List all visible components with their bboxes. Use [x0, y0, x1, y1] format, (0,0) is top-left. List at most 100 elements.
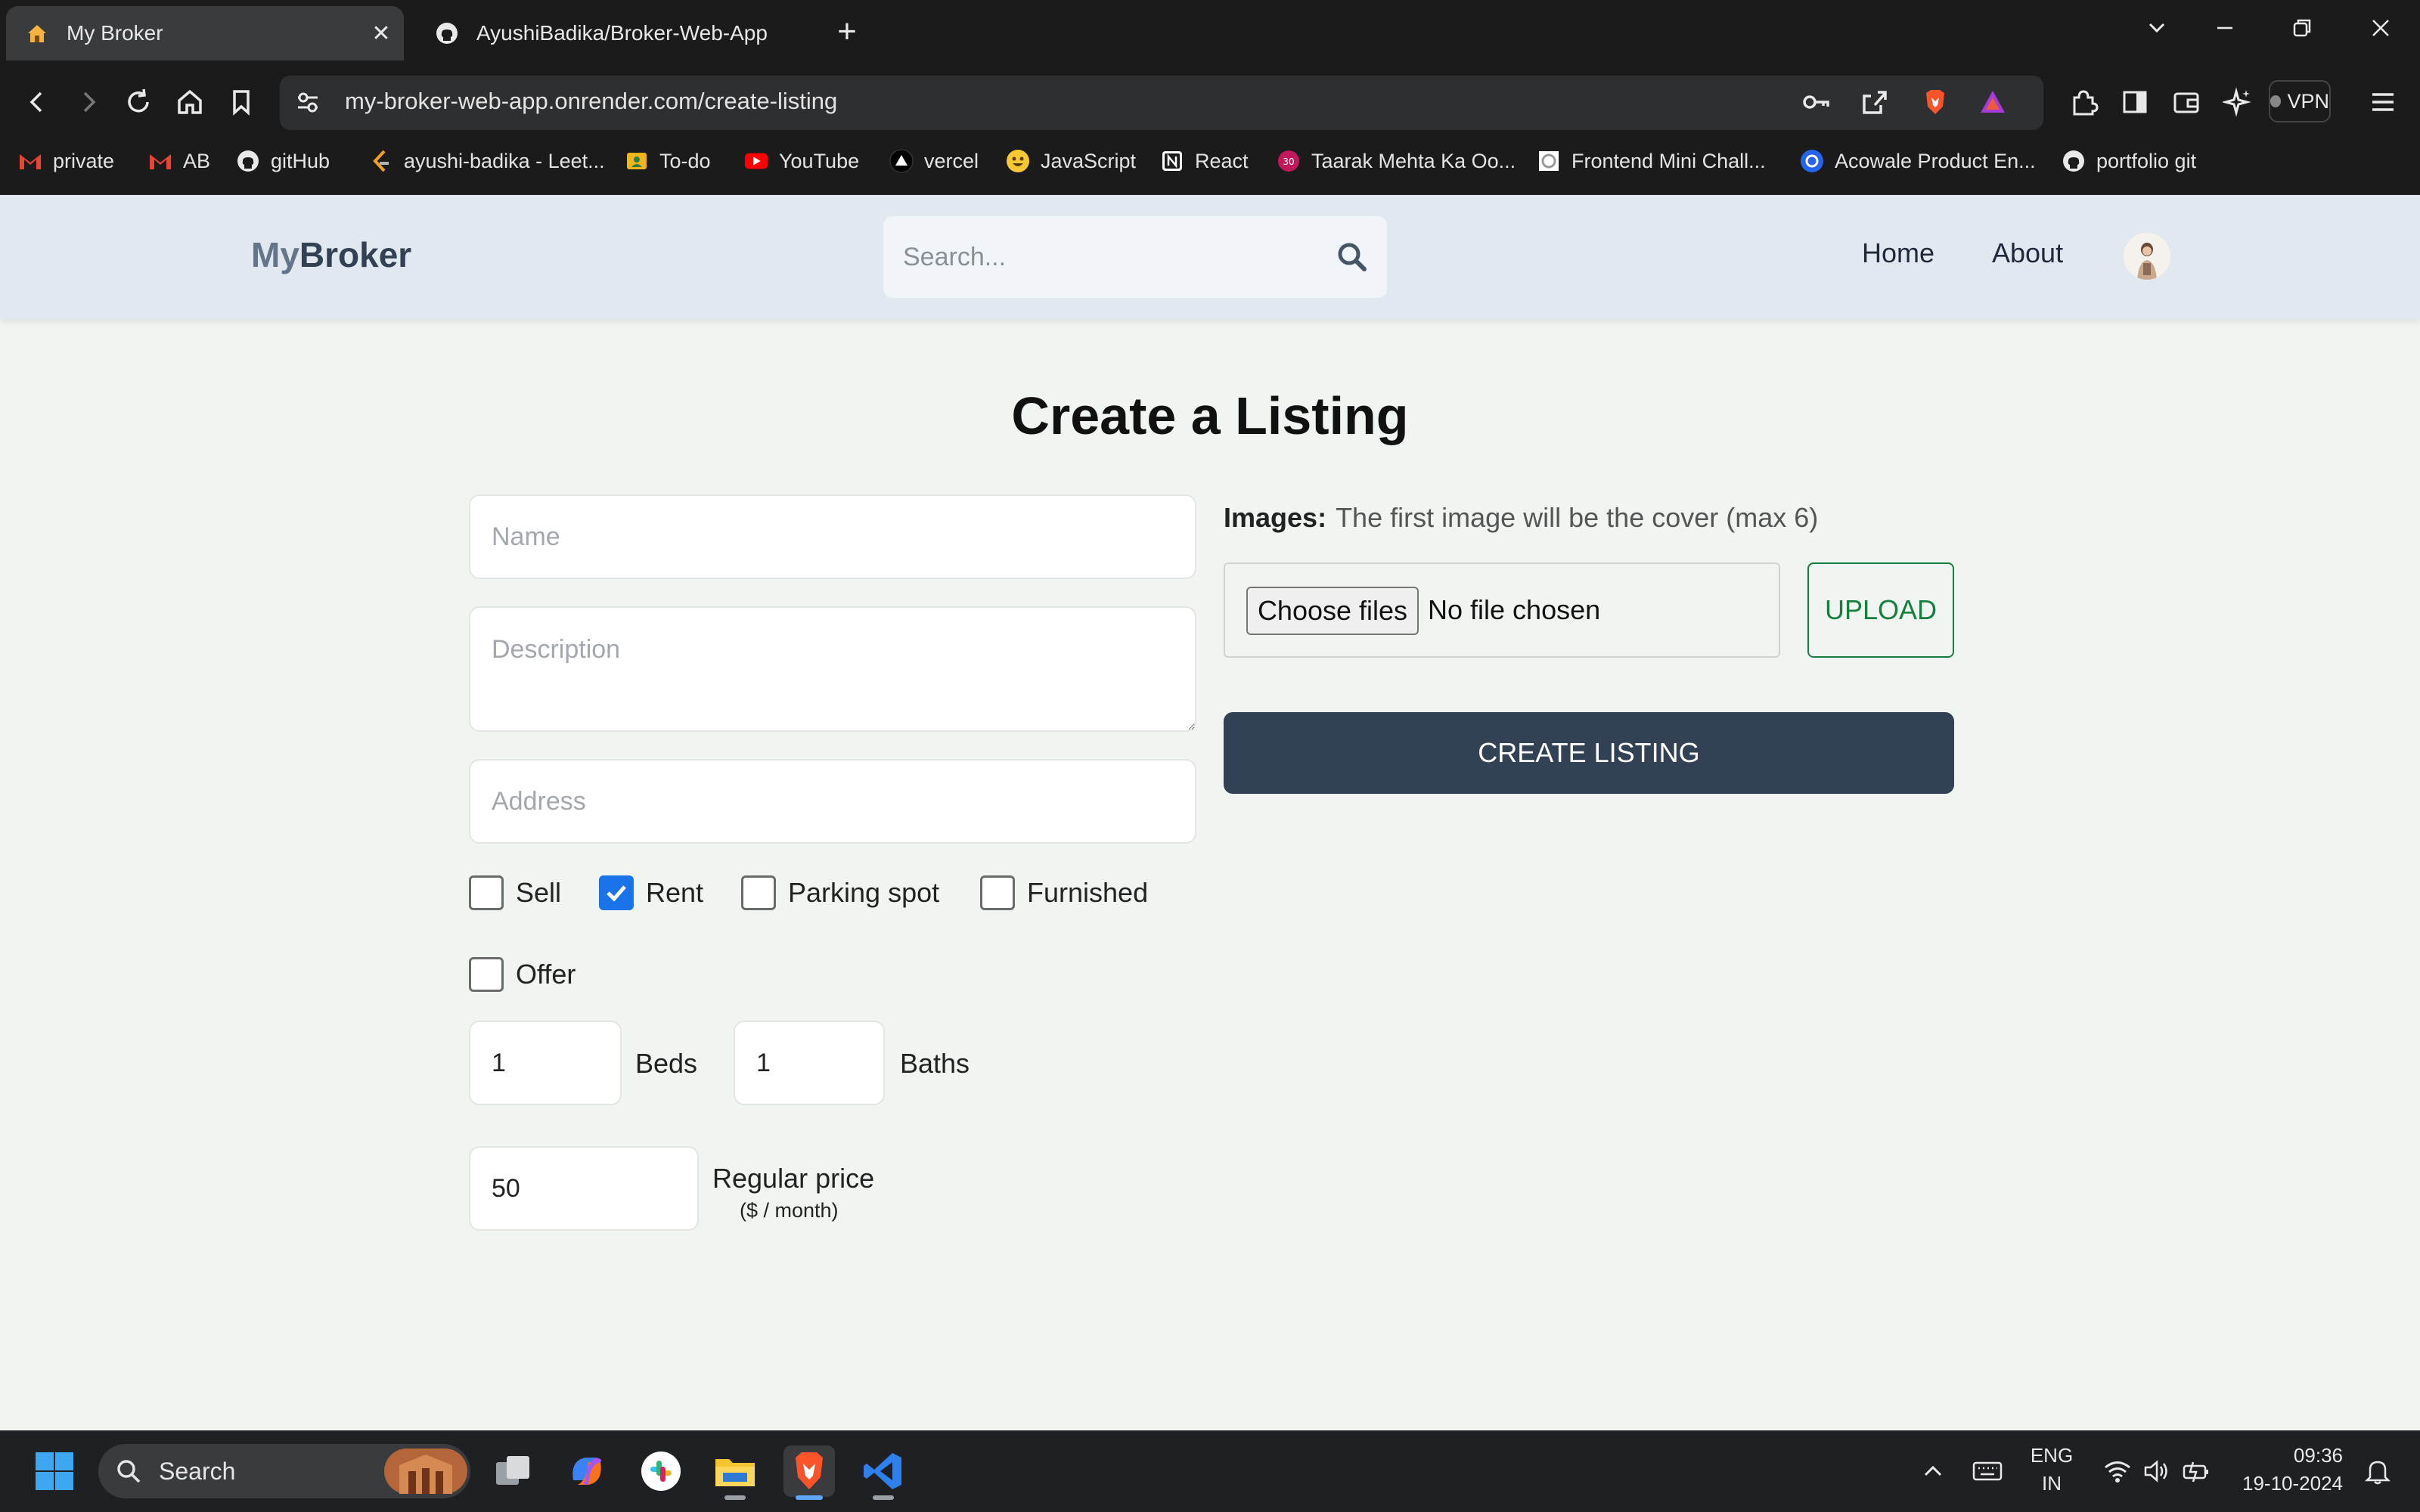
- vscode-icon[interactable]: [858, 1445, 909, 1497]
- name-input[interactable]: [469, 494, 1196, 579]
- logo-part-broker: Broker: [299, 235, 412, 274]
- copilot-icon[interactable]: [561, 1445, 613, 1497]
- bookmark-item[interactable]: 30 Taarak Mehta Ka Oo...: [1277, 144, 1516, 178]
- bookmark-item[interactable]: vercel: [889, 144, 979, 178]
- parking-checkbox[interactable]: Parking spot: [741, 874, 939, 912]
- battery-icon[interactable]: [2170, 1445, 2222, 1497]
- bookmark-label: gitHub: [271, 149, 330, 172]
- sell-checkbox[interactable]: Sell: [469, 874, 561, 912]
- upload-button[interactable]: UPLOAD: [1807, 562, 1954, 658]
- furnished-checkbox[interactable]: Furnished: [980, 874, 1148, 912]
- bookmark-item[interactable]: React: [1160, 144, 1249, 178]
- rent-checkbox[interactable]: Rent: [599, 874, 703, 912]
- bookmark-item[interactable]: YouTube: [744, 144, 859, 178]
- url-text[interactable]: my-broker-web-app.onrender.com/create-li…: [345, 88, 837, 115]
- offer-label: Offer: [516, 959, 576, 990]
- brave-shields-icon[interactable]: [1916, 83, 1954, 121]
- vpn-button[interactable]: VPN: [2269, 80, 2331, 122]
- sidebar-icon[interactable]: [2116, 83, 2154, 121]
- checkbox-box[interactable]: [741, 875, 776, 910]
- images-label-row: Images: The first image will be the cover…: [1224, 502, 1818, 534]
- bookmark-item[interactable]: AB: [148, 144, 210, 178]
- notifications-bell-icon[interactable]: [2352, 1445, 2403, 1497]
- nav-home-link[interactable]: Home: [1862, 237, 1934, 269]
- regular-price-label: Regular price: [712, 1163, 875, 1194]
- search-icon[interactable]: [1336, 240, 1369, 274]
- baths-input[interactable]: [734, 1021, 885, 1105]
- app-logo[interactable]: MyBroker: [251, 234, 411, 275]
- wallet-icon[interactable]: [2167, 83, 2205, 121]
- language-indicator[interactable]: ENG IN: [2024, 1444, 2080, 1495]
- search-icon: [115, 1458, 142, 1491]
- emoji-icon: [1006, 149, 1030, 173]
- regular-price-input[interactable]: [469, 1146, 699, 1231]
- new-tab-button[interactable]: +: [830, 15, 864, 48]
- tab-title: AyushiBadika/Broker-Web-App: [476, 21, 768, 45]
- bookmark-item[interactable]: Frontend Mini Chall...: [1537, 144, 1766, 178]
- file-input[interactable]: Choose files No file chosen: [1224, 562, 1780, 658]
- site-settings-icon[interactable]: [289, 83, 327, 121]
- bookmark-label: private: [53, 149, 115, 172]
- offer-checkbox[interactable]: Offer: [469, 956, 576, 993]
- tab-github-repo[interactable]: AyushiBadika/Broker-Web-App: [416, 6, 809, 60]
- description-textarea[interactable]: [469, 606, 1196, 732]
- github-icon: [2062, 149, 2086, 173]
- forward-icon[interactable]: [70, 83, 107, 121]
- price-unit-label: ($ / month): [740, 1199, 839, 1222]
- search-highlight-image-icon: [384, 1448, 467, 1500]
- bookmark-item[interactable]: Acowale Product En...: [1800, 144, 2036, 178]
- profile-avatar[interactable]: [2124, 233, 2170, 280]
- brave-browser-icon[interactable]: [783, 1445, 835, 1497]
- beds-label: Beds: [635, 1048, 698, 1079]
- beds-input[interactable]: [469, 1021, 622, 1105]
- slack-icon[interactable]: [635, 1445, 687, 1497]
- keyboard-icon[interactable]: [1962, 1445, 2013, 1497]
- checkbox-box[interactable]: [469, 875, 504, 910]
- minimize-icon[interactable]: [2202, 17, 2248, 45]
- back-icon[interactable]: [18, 83, 56, 121]
- bookmark-label: JavaScript: [1041, 149, 1137, 172]
- checkbox-box-checked[interactable]: [599, 875, 634, 910]
- github-icon: [236, 149, 260, 173]
- nav-about-link[interactable]: About: [1992, 237, 2063, 269]
- running-indicator: [873, 1495, 894, 1500]
- share-icon[interactable]: [1856, 83, 1894, 121]
- restore-icon[interactable]: [2279, 17, 2325, 45]
- gmail-icon: [18, 149, 42, 173]
- running-indicator: [724, 1495, 746, 1500]
- show-hidden-icons-chevron-icon[interactable]: [1907, 1445, 1959, 1497]
- bookmark-label: To-do: [659, 149, 711, 172]
- checkbox-box[interactable]: [980, 875, 1015, 910]
- checkmark-icon: [607, 885, 626, 902]
- home-icon[interactable]: [171, 83, 209, 121]
- bookmark-item[interactable]: JavaScript: [1006, 144, 1136, 178]
- baths-label: Baths: [900, 1048, 970, 1079]
- menu-hamburger-icon[interactable]: [2364, 83, 2402, 121]
- address-input[interactable]: [469, 759, 1196, 844]
- bookmark-item[interactable]: portfolio git: [2062, 144, 2196, 178]
- brave-rewards-icon[interactable]: [1974, 83, 2012, 121]
- create-listing-button[interactable]: CREATE LISTING: [1224, 712, 1954, 794]
- no-file-text: No file chosen: [1428, 594, 1601, 625]
- checkbox-box[interactable]: [469, 957, 504, 992]
- clock[interactable]: 09:36 19-10-2024: [2229, 1444, 2343, 1495]
- tab-list-chevron-icon[interactable]: [2134, 17, 2180, 45]
- reload-icon[interactable]: [119, 83, 157, 121]
- bookmark-item[interactable]: private: [18, 144, 114, 178]
- close-tab-icon[interactable]: ✕: [366, 20, 396, 47]
- taskbar-search[interactable]: Search: [98, 1444, 470, 1498]
- extensions-icon[interactable]: [2065, 83, 2102, 121]
- password-key-icon[interactable]: [1797, 83, 1835, 121]
- search-input[interactable]: [903, 239, 1311, 275]
- close-window-icon[interactable]: [2358, 17, 2403, 45]
- bookmark-item[interactable]: To-do: [625, 144, 711, 178]
- tab-my-broker[interactable]: My Broker ✕: [6, 6, 404, 60]
- task-view-icon[interactable]: [487, 1445, 538, 1497]
- bookmark-item[interactable]: gitHub: [236, 144, 330, 178]
- bookmark-icon[interactable]: [222, 83, 260, 121]
- file-explorer-icon[interactable]: [709, 1445, 761, 1497]
- leo-ai-icon[interactable]: [2219, 83, 2257, 121]
- bookmark-item[interactable]: ayushi-badika - Leet...: [369, 144, 605, 178]
- windows-start-icon[interactable]: [29, 1445, 80, 1497]
- choose-files-button[interactable]: Choose files: [1246, 587, 1419, 635]
